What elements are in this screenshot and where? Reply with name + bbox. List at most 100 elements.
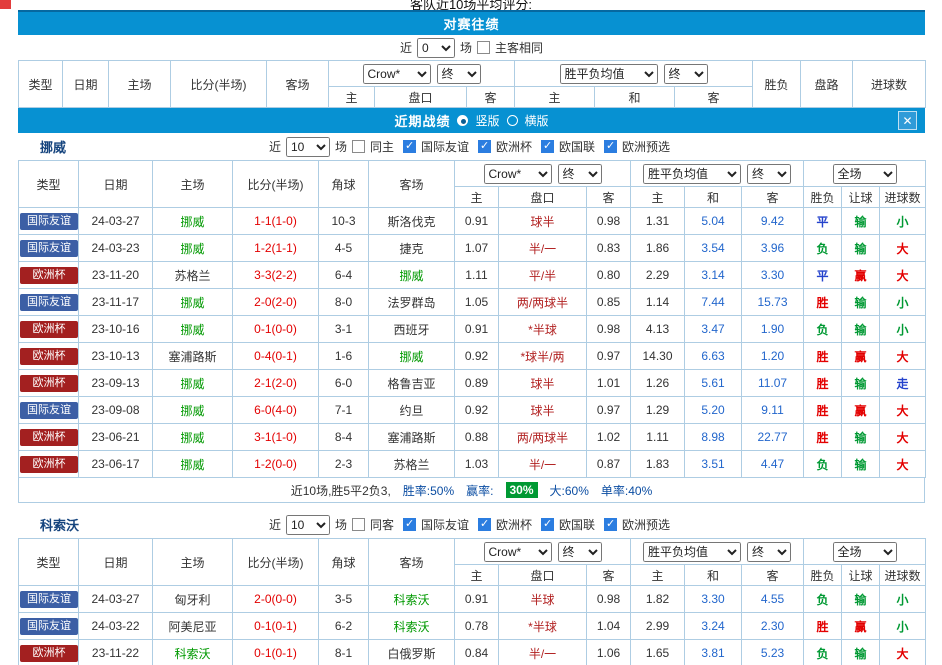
avg-away-odds: 4.47: [742, 451, 804, 478]
avg-odds-select[interactable]: 胜平负均值: [643, 164, 741, 184]
competition-euroqualifier-checkbox[interactable]: [604, 518, 617, 531]
away-team[interactable]: 苏格兰: [369, 451, 455, 478]
col-result: 胜负: [804, 187, 842, 208]
avg-time-select[interactable]: 终: [664, 64, 708, 84]
away-team[interactable]: 法罗群岛: [369, 289, 455, 316]
crow-home-odds: 1.07: [455, 235, 499, 262]
competition-friendly-checkbox[interactable]: [403, 140, 416, 153]
away-team[interactable]: 白俄罗斯: [369, 640, 455, 665]
competition-nationsleague-label: 欧国联: [559, 516, 595, 533]
home-team[interactable]: 阿美尼亚: [153, 613, 233, 640]
match-score[interactable]: 0-1(0-0): [233, 316, 319, 343]
odds-time-select[interactable]: 终: [558, 164, 602, 184]
home-team[interactable]: 挪威: [153, 424, 233, 451]
competition-euroqualifier-checkbox[interactable]: [604, 140, 617, 153]
same-venue-checkbox[interactable]: [352, 140, 365, 153]
competition-euro-checkbox[interactable]: [478, 140, 491, 153]
home-team[interactable]: 挪威: [153, 451, 233, 478]
match-score[interactable]: 6-0(4-0): [233, 397, 319, 424]
away-team[interactable]: 科索沃: [369, 613, 455, 640]
odds-time-select[interactable]: 终: [558, 542, 602, 562]
same-home-away-checkbox[interactable]: [477, 41, 490, 54]
away-team[interactable]: 斯洛伐克: [369, 208, 455, 235]
away-team[interactable]: 格鲁吉亚: [369, 370, 455, 397]
subcol-avg-away: 客: [675, 87, 753, 108]
home-team[interactable]: 挪威: [153, 316, 233, 343]
away-team[interactable]: 西班牙: [369, 316, 455, 343]
avg-time-select[interactable]: 终: [747, 164, 791, 184]
corner-score: 3-5: [319, 586, 369, 613]
odds-company-select[interactable]: Crow*: [484, 542, 552, 562]
home-team[interactable]: 挪威: [153, 370, 233, 397]
odds-company-select[interactable]: Crow*: [363, 64, 431, 84]
match-score[interactable]: 2-1(2-0): [233, 370, 319, 397]
avg-odds-select[interactable]: 胜平负均值: [560, 64, 658, 84]
col-type: 类型: [19, 161, 79, 208]
handicap-line: *球半/两: [499, 343, 587, 370]
crow-home-odds: 1.05: [455, 289, 499, 316]
col-handicap-result: 让球: [842, 565, 880, 586]
crow-away-odds: 0.98: [587, 316, 631, 343]
home-team[interactable]: 苏格兰: [153, 262, 233, 289]
h2h-count-select[interactable]: 0: [417, 38, 455, 58]
handicap-line: 两/两球半: [499, 289, 587, 316]
away-team[interactable]: 捷克: [369, 235, 455, 262]
scope-select[interactable]: 全场: [833, 164, 897, 184]
home-team[interactable]: 塞浦路斯: [153, 343, 233, 370]
close-icon[interactable]: ✕: [898, 111, 917, 130]
vertical-layout-radio[interactable]: [457, 115, 468, 126]
match-type-cell: 欧洲杯: [19, 370, 79, 397]
scope-select[interactable]: 全场: [833, 542, 897, 562]
same-venue-checkbox[interactable]: [352, 518, 365, 531]
match-score[interactable]: 1-2(1-1): [233, 235, 319, 262]
match-score[interactable]: 3-1(1-0): [233, 424, 319, 451]
odds-company-select[interactable]: Crow*: [484, 164, 552, 184]
subcol-away-odds: 客: [587, 187, 631, 208]
odds-time-select[interactable]: 终: [437, 64, 481, 84]
subcol-avg-home: 主: [631, 187, 685, 208]
competition-badge: 国际友谊: [20, 591, 78, 608]
away-team[interactable]: 科索沃: [369, 586, 455, 613]
away-team[interactable]: 挪威: [369, 343, 455, 370]
home-team[interactable]: 挪威: [153, 208, 233, 235]
away-team[interactable]: 约旦: [369, 397, 455, 424]
avg-odds-select[interactable]: 胜平负均值: [643, 542, 741, 562]
match-score[interactable]: 0-1(0-1): [233, 613, 319, 640]
col-type: 类型: [19, 61, 63, 108]
corner-score: 7-1: [319, 397, 369, 424]
match-score[interactable]: 2-0(2-0): [233, 289, 319, 316]
competition-friendly-label: 国际友谊: [421, 516, 469, 533]
match-score[interactable]: 0-4(0-1): [233, 343, 319, 370]
match-score[interactable]: 1-1(1-0): [233, 208, 319, 235]
home-team[interactable]: 挪威: [153, 397, 233, 424]
match-score[interactable]: 3-3(2-2): [233, 262, 319, 289]
handicap-line: 平/半: [499, 262, 587, 289]
competition-nationsleague-checkbox[interactable]: [541, 518, 554, 531]
subcol-home-odds: 主: [329, 87, 375, 108]
subcol-avg-home: 主: [631, 565, 685, 586]
goals-flag: 大: [880, 343, 926, 370]
recent-count-select[interactable]: 10: [286, 515, 330, 535]
recent-count-select[interactable]: 10: [286, 137, 330, 157]
games-label: 场: [335, 138, 347, 155]
horizontal-layout-radio[interactable]: [507, 115, 518, 126]
avg-home-odds: 4.13: [631, 316, 685, 343]
match-score[interactable]: 2-0(0-0): [233, 586, 319, 613]
crow-away-odds: 0.87: [587, 451, 631, 478]
home-team[interactable]: 科索沃: [153, 640, 233, 665]
h2h-header-row-1: 类型 日期 主场 比分(半场) 客场 Crow* 终: [19, 61, 926, 87]
home-team[interactable]: 挪威: [153, 235, 233, 262]
match-score[interactable]: 1-2(0-0): [233, 451, 319, 478]
away-team[interactable]: 挪威: [369, 262, 455, 289]
competition-nationsleague-checkbox[interactable]: [541, 140, 554, 153]
home-team[interactable]: 挪威: [153, 289, 233, 316]
competition-friendly-checkbox[interactable]: [403, 518, 416, 531]
summary-cover-badge: 30%: [506, 482, 538, 498]
match-score[interactable]: 0-1(0-1): [233, 640, 319, 665]
away-team[interactable]: 塞浦路斯: [369, 424, 455, 451]
match-date: 24-03-27: [79, 586, 153, 613]
avg-time-select[interactable]: 终: [747, 542, 791, 562]
competition-euro-checkbox[interactable]: [478, 518, 491, 531]
home-team[interactable]: 匈牙利: [153, 586, 233, 613]
same-venue-label: 同主: [370, 138, 394, 155]
